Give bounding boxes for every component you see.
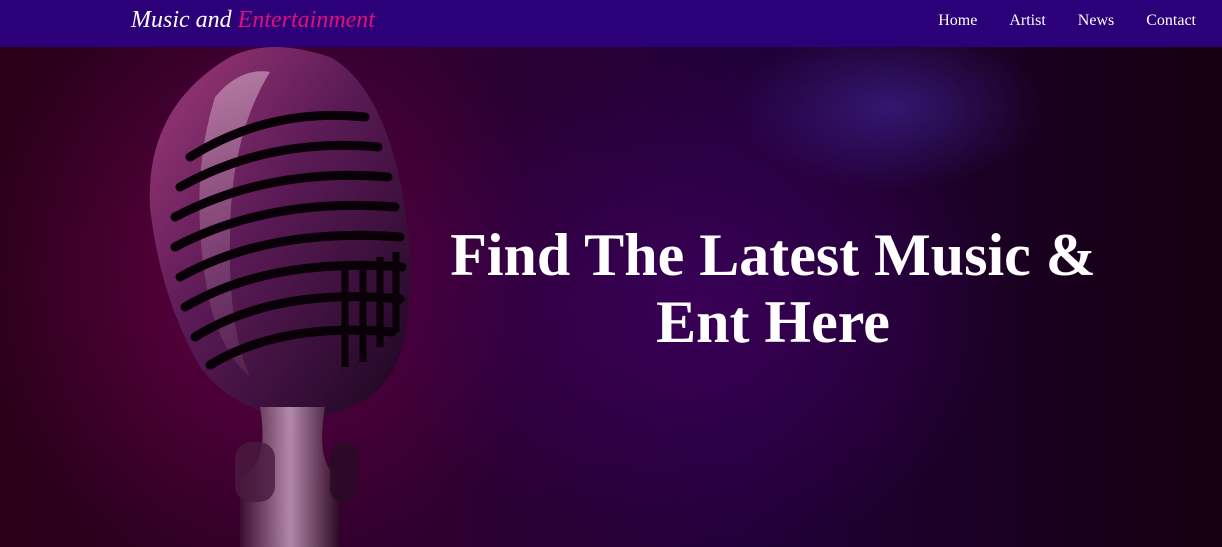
nav-link-contact[interactable]: Contact (1146, 12, 1196, 30)
nav-link-news[interactable]: News (1078, 12, 1114, 30)
hero-title: Find The Latest Music & Ent Here (423, 222, 1123, 356)
hero-title-line-2: Ent Here (656, 289, 890, 355)
brand-accent: Entertainment (237, 7, 375, 33)
main-nav: Home Artist News Contact (938, 12, 1196, 30)
nav-link-home[interactable]: Home (938, 12, 977, 30)
brand-logo-link[interactable]: Music and Entertainment (131, 7, 375, 34)
hero-section: Find The Latest Music & Ent Here (0, 47, 1222, 547)
nav-link-artist[interactable]: Artist (1009, 12, 1045, 30)
hero-title-line-1: Find The Latest Music & (450, 222, 1096, 288)
page: Music and Entertainment Home Artist News… (0, 0, 1222, 547)
brand-prefix: Music and (131, 7, 232, 33)
microphone-image (149, 47, 411, 547)
navbar: Music and Entertainment Home Artist News… (0, 0, 1222, 47)
